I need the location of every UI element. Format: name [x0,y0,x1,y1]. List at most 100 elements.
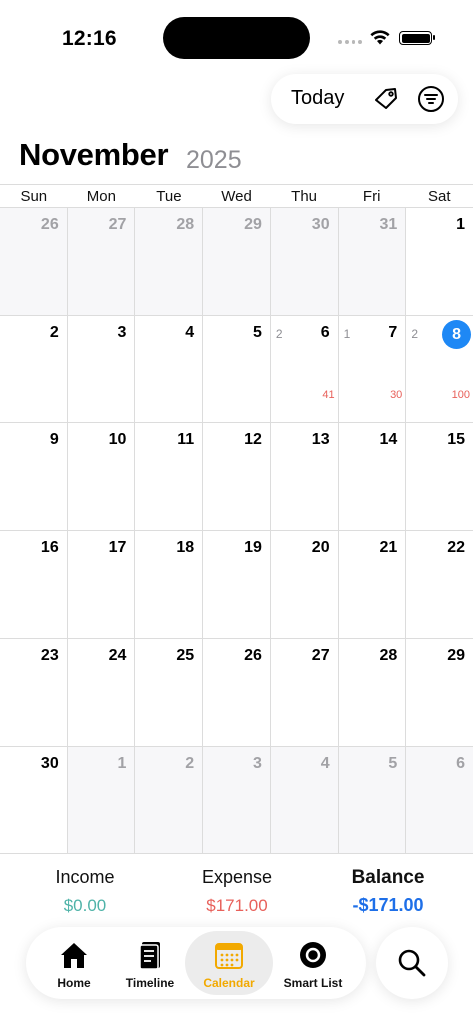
weekday-label: Tue [156,188,182,205]
balance-label: Balance [351,867,425,888]
day-cell[interactable]: 17 [67,531,136,638]
tag-icon[interactable] [371,84,401,114]
day-cell[interactable]: 16 [0,531,68,638]
home-icon [61,943,87,968]
day-cell[interactable]: 1 [67,747,136,853]
day-number: 27 [311,647,330,664]
day-number: 9 [49,431,59,448]
day-cell[interactable]: 22 [406,531,473,638]
day-expense-amount: 41 [322,389,335,401]
day-cell[interactable]: 12 [203,423,271,530]
day-number: 14 [379,431,398,448]
day-cell[interactable]: 28 [135,208,204,315]
day-cell[interactable]: 30 [270,208,339,315]
day-cell[interactable]: 4 [270,747,339,853]
filter-icon[interactable] [417,85,445,113]
day-cell[interactable]: 7 1 30 [338,316,407,422]
day-number: 26 [40,216,59,233]
day-cell[interactable]: 1 [406,208,473,315]
day-cell[interactable]: 13 [270,423,339,530]
day-number: 2 [185,755,195,772]
day-cell[interactable]: 26 [203,639,271,746]
day-cell[interactable]: 28 [338,639,407,746]
day-number: 18 [176,539,195,556]
day-cell[interactable]: 30 [0,747,68,853]
day-cell[interactable]: 27 [67,208,136,315]
day-cell[interactable]: 29 [406,639,473,746]
day-cell-today[interactable]: 8 2 100 [406,316,473,422]
day-number: 16 [40,539,59,556]
day-cell[interactable]: 20 [270,531,339,638]
day-cell[interactable]: 27 [270,639,339,746]
day-cell[interactable]: 6 2 41 [270,316,339,422]
day-cell[interactable]: 3 [67,316,136,422]
tab-calendar[interactable]: Calendar [185,931,273,995]
top-action-pill: Today [271,74,458,124]
day-cell[interactable]: 23 [0,639,68,746]
day-cell[interactable]: 3 [203,747,271,853]
expense-value: $171.00 [206,896,268,915]
wifi-icon [370,30,390,45]
day-number: 21 [379,539,398,556]
transaction-count: 2 [275,327,283,341]
week-row: 23 24 25 26 27 28 29 [0,639,473,747]
day-cell[interactable]: 31 [338,208,407,315]
weekday-label: Sat [428,188,451,205]
search-button[interactable] [376,927,448,999]
month-summary: Income $0.00 Expense $171.00 Balance -$1… [0,853,473,923]
week-row: 9 10 11 12 13 14 15 [0,423,473,531]
day-cell[interactable]: 15 [406,423,473,530]
week-row: 26 27 28 29 30 31 1 [0,208,473,316]
day-number: 26 [244,647,262,664]
day-expense-amount: 30 [390,389,403,401]
day-cell[interactable]: 14 [338,423,407,530]
day-number: 13 [311,431,330,448]
day-cell[interactable]: 10 [67,423,136,530]
day-cell[interactable]: 11 [135,423,204,530]
tab-label: Timeline [125,976,175,990]
day-number: 20 [311,539,330,556]
status-bar: 12:16 [0,0,473,70]
income-summary: Income $0.00 [10,867,160,916]
day-number: 24 [108,647,127,664]
day-number: 22 [447,539,466,556]
day-cell[interactable]: 25 [135,639,204,746]
calendar-grid: 26 27 28 29 30 31 1 2 3 4 5 6 2 41 7 1 30 8 2 100 9 10 11 12 13 1… [0,207,473,854]
day-cell[interactable]: 18 [135,531,204,638]
week-row: 2 3 4 5 6 2 41 7 1 30 8 2 100 [0,316,473,423]
day-cell[interactable]: 5 [338,747,407,853]
day-number: 6 [320,324,330,341]
day-cell[interactable]: 2 [135,747,204,853]
day-number: 12 [244,431,262,448]
tab-home[interactable]: Home [30,931,118,995]
day-number: 4 [320,755,330,772]
tab-timeline[interactable]: Timeline [106,931,194,995]
day-cell[interactable]: 21 [338,531,407,638]
day-cell[interactable]: 19 [203,531,271,638]
day-cell[interactable]: 2 [0,316,68,422]
tab-smart-list[interactable]: Smart List [269,931,357,995]
timeline-icon [139,942,160,970]
day-number: 4 [185,324,195,341]
day-cell[interactable]: 4 [135,316,204,422]
tab-label: Calendar [203,976,255,990]
day-cell[interactable]: 24 [67,639,136,746]
day-number: 30 [40,755,59,772]
day-number: 28 [379,647,398,664]
day-cell[interactable]: 9 [0,423,68,530]
day-cell[interactable]: 29 [203,208,271,315]
weekday-label: Mon [86,188,116,205]
day-expense-amount: 100 [451,389,471,401]
income-value: $0.00 [63,896,107,915]
today-button[interactable]: Today [291,87,344,110]
day-number: 17 [108,539,127,556]
balance-summary: Balance -$171.00 [313,867,463,916]
expense-summary: Expense $171.00 [162,867,312,916]
battery-icon [399,31,435,45]
day-cell[interactable]: 26 [0,208,68,315]
week-row: 16 17 18 19 20 21 22 [0,531,473,639]
day-number: 1 [456,216,466,233]
day-cell[interactable]: 6 [406,747,473,853]
day-number: 10 [108,431,127,448]
day-cell[interactable]: 5 [203,316,271,422]
